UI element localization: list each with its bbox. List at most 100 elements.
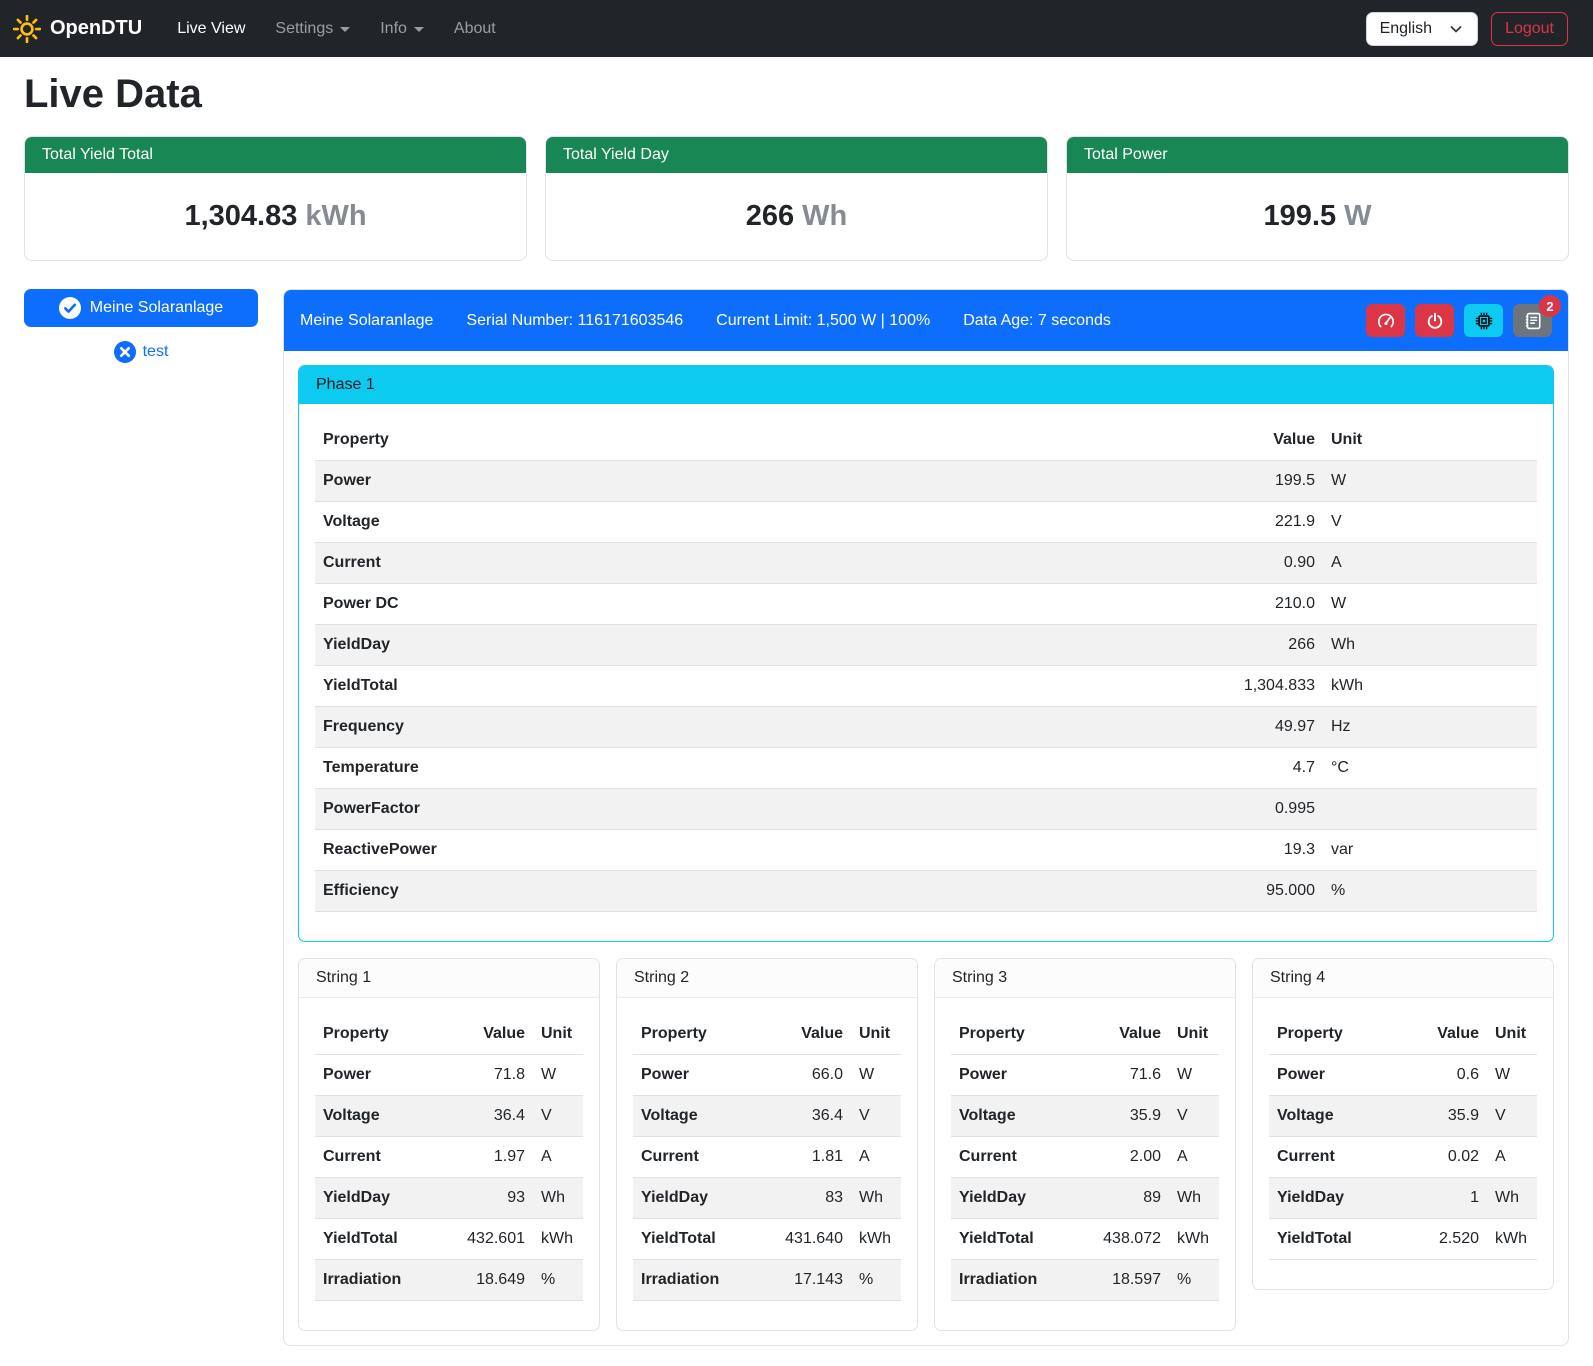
table-row: Irradiation17.143%: [633, 1260, 901, 1301]
property-cell: YieldDay: [315, 1178, 441, 1219]
card-title: Total Power: [1067, 137, 1568, 173]
unit-cell: %: [1169, 1260, 1219, 1301]
nav-item-settings[interactable]: Settings: [260, 12, 365, 46]
inverter-body: Phase 1 Property Value Unit Power199.5WV…: [284, 351, 1568, 1345]
logout-button[interactable]: Logout: [1491, 12, 1568, 46]
power-button[interactable]: [1415, 304, 1454, 337]
table-row: YieldTotal1,304.833kWh: [315, 666, 1537, 707]
property-cell: Current: [633, 1137, 759, 1178]
unit-cell: A: [1169, 1137, 1219, 1178]
sidebar-item-test[interactable]: test: [24, 341, 258, 363]
table-row: YieldTotal432.601kWh: [315, 1219, 583, 1260]
table-header: Property Value Unit: [315, 1014, 583, 1055]
card-body: 199.5W: [1067, 173, 1568, 260]
string-title: String 1: [299, 959, 599, 998]
card-value: 1,304.83: [184, 200, 297, 232]
column-unit: Unit: [1169, 1014, 1219, 1055]
column-value: Value: [1395, 1014, 1487, 1055]
value-cell: 36.4: [759, 1096, 851, 1137]
table-row: YieldDay1Wh: [1269, 1178, 1537, 1219]
column-unit: Unit: [533, 1014, 583, 1055]
unit-cell: V: [1323, 502, 1537, 543]
table-row: Current1.97A: [315, 1137, 583, 1178]
table-row: Current0.90A: [315, 543, 1537, 584]
restart-button[interactable]: [1464, 304, 1503, 337]
language-select[interactable]: English: [1366, 12, 1478, 46]
value-cell: 0.90: [1178, 543, 1323, 584]
limit-settings-button[interactable]: [1366, 304, 1405, 337]
nav-item-live-view[interactable]: Live View: [162, 12, 260, 46]
property-cell: Power: [315, 461, 1178, 502]
unit-cell: Hz: [1323, 707, 1537, 748]
table-row: Voltage221.9V: [315, 502, 1537, 543]
table-row: YieldDay266Wh: [315, 625, 1537, 666]
brand-link[interactable]: OpenDTU: [13, 15, 142, 43]
value-cell: 18.597: [1077, 1260, 1169, 1301]
table-row: YieldTotal438.072kWh: [951, 1219, 1219, 1260]
column-property: Property: [633, 1014, 759, 1055]
inverter-limit: Current Limit: 1,500 W | 100%: [716, 312, 930, 330]
table-row: Current1.81A: [633, 1137, 901, 1178]
property-cell: Irradiation: [633, 1260, 759, 1301]
column-unit: Unit: [851, 1014, 901, 1055]
inverter-sidebar: Meine Solaranlage test: [24, 289, 258, 363]
card-unit: W: [1344, 200, 1371, 232]
nav-item-info[interactable]: Info: [365, 12, 439, 46]
unit-cell: var: [1323, 830, 1537, 871]
value-cell: 432.601: [441, 1219, 533, 1260]
unit-cell: W: [1323, 584, 1537, 625]
table-header: Property Value Unit: [1269, 1014, 1537, 1055]
string-body: Property Value Unit Power0.6WVoltage35.9…: [1253, 998, 1553, 1289]
brand-label: OpenDTU: [50, 17, 142, 40]
unit-cell: kWh: [1487, 1219, 1537, 1260]
nav-item-about[interactable]: About: [439, 12, 511, 46]
total-yield-total-card: Total Yield Total 1,304.83kWh: [24, 136, 527, 261]
unit-cell: %: [1323, 871, 1537, 912]
column-property: Property: [315, 420, 1178, 461]
value-cell: 1,304.833: [1178, 666, 1323, 707]
table-row: ReactivePower19.3var: [315, 830, 1537, 871]
speedometer-icon: [1377, 312, 1395, 330]
column-value: Value: [1077, 1014, 1169, 1055]
property-cell: Frequency: [315, 707, 1178, 748]
property-cell: Voltage: [315, 1096, 441, 1137]
value-cell: 199.5: [1178, 461, 1323, 502]
string-4-panel: String 4 Property Value Unit: [1252, 958, 1554, 1290]
property-cell: Current: [951, 1137, 1077, 1178]
main-row: Meine Solaranlage test Meine Solaranlage…: [24, 289, 1569, 1346]
value-cell: 1.81: [759, 1137, 851, 1178]
table-row: Frequency49.97Hz: [315, 707, 1537, 748]
summary-cards-row: Total Yield Total 1,304.83kWh Total Yiel…: [24, 136, 1569, 261]
string-table: Property Value Unit Power0.6WVoltage35.9…: [1269, 1014, 1537, 1260]
table-row: PowerFactor0.995: [315, 789, 1537, 830]
unit-cell: Wh: [1169, 1178, 1219, 1219]
sidebar-item-meine-solaranlage[interactable]: Meine Solaranlage: [24, 289, 258, 327]
value-cell: 17.143: [759, 1260, 851, 1301]
value-cell: 1: [1395, 1178, 1487, 1219]
total-yield-day-card: Total Yield Day 266Wh: [545, 136, 1048, 261]
string-title: String 2: [617, 959, 917, 998]
page-title: Live Data: [24, 72, 1569, 117]
table-row: Power DC210.0W: [315, 584, 1537, 625]
value-cell: 438.072: [1077, 1219, 1169, 1260]
value-cell: 93: [441, 1178, 533, 1219]
check-circle-icon: [59, 297, 81, 319]
card-value: 199.5: [1264, 200, 1337, 232]
inverter-serial: Serial Number: 116171603546: [466, 312, 683, 330]
value-cell: 36.4: [441, 1096, 533, 1137]
property-cell: YieldTotal: [951, 1219, 1077, 1260]
unit-cell: Wh: [1487, 1178, 1537, 1219]
inverter-card: Meine Solaranlage Serial Number: 1161716…: [283, 289, 1569, 1346]
event-log-button[interactable]: 2: [1513, 304, 1552, 337]
property-cell: YieldTotal: [315, 666, 1178, 707]
property-cell: Irradiation: [315, 1260, 441, 1301]
unit-cell: %: [851, 1260, 901, 1301]
navbar: OpenDTU Live View Settings Info About En…: [0, 0, 1593, 57]
property-cell: YieldDay: [633, 1178, 759, 1219]
string-title: String 4: [1253, 959, 1553, 998]
card-body: 1,304.83kWh: [25, 173, 526, 260]
total-power-card: Total Power 199.5W: [1066, 136, 1569, 261]
table-row: Irradiation18.597%: [951, 1260, 1219, 1301]
nav-item-label: Settings: [275, 20, 333, 38]
value-cell: 49.97: [1178, 707, 1323, 748]
